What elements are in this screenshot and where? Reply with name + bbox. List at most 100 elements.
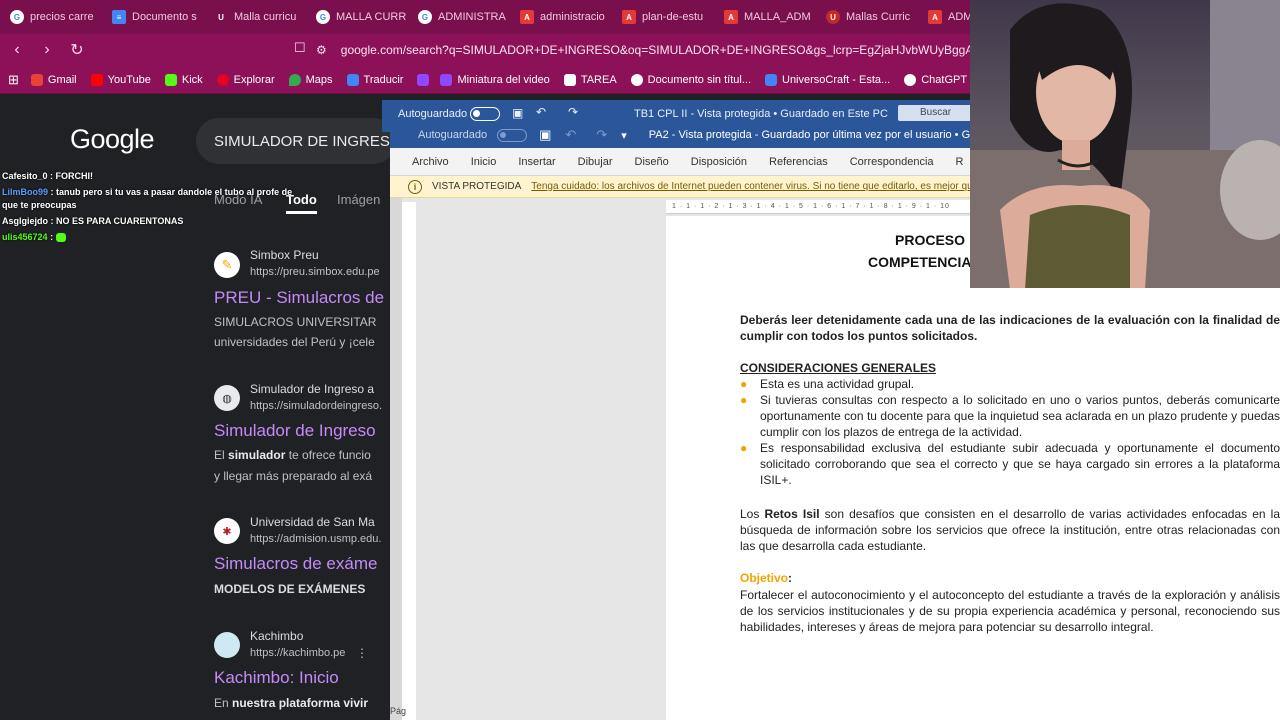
chat-text: :: [50, 232, 54, 242]
redo-icon[interactable]: ↷: [596, 127, 607, 143]
redo-icon[interactable]: ↷: [568, 105, 578, 119]
bookmark-twitch[interactable]: [417, 73, 434, 86]
chat-username: Cafesito_0: [2, 171, 48, 181]
google-logo[interactable]: Google: [70, 124, 155, 155]
protected-view-message[interactable]: Tenga cuidado: los archivos de Internet …: [531, 181, 986, 192]
bookmark-label: Kick: [181, 73, 203, 86]
info-icon: i: [408, 179, 422, 194]
result-url[interactable]: https://simuladordeingreso.: [250, 400, 390, 412]
objective-label: Objetivo: [740, 571, 789, 585]
chat-message: Asglgiejdo : NO ES PARA CUARENTONAS: [2, 215, 302, 228]
bookmark-maps[interactable]: Maps: [288, 73, 333, 86]
result-site-name: Kachimbo: [250, 629, 304, 643]
tab-diseno[interactable]: Diseño: [635, 156, 669, 168]
bookmark-gmail[interactable]: Gmail: [30, 73, 77, 86]
bullet-text: Si tuvieras consultas con respecto a lo …: [760, 393, 1280, 439]
result-url[interactable]: https://preu.simbox.edu.pe: [250, 266, 390, 278]
doc-considerations-heading: CONSIDERACIONES GENERALES: [740, 361, 937, 375]
browser-tab[interactable]: U Mallas Curric: [820, 3, 922, 31]
tab-archivo[interactable]: Archivo: [412, 156, 449, 168]
undo-icon[interactable]: ↶: [536, 105, 546, 119]
bookmark-tarea[interactable]: TAREA: [563, 73, 617, 86]
snippet-text: te ofrece funcio: [285, 448, 371, 462]
bookmark-label: TAREA: [580, 73, 617, 86]
left-scroll-strip: [390, 198, 402, 720]
chat-message: ulis456724 :: [2, 231, 302, 244]
reload-icon: ↻: [70, 42, 84, 59]
browser-tab[interactable]: Gprecios carre: [4, 3, 106, 31]
document-page[interactable]: PROCESO COMPETENCIA Deberás leer detenid…: [666, 216, 1280, 720]
bookmark-traducir[interactable]: Traducir: [346, 73, 403, 86]
browser-tab[interactable]: G MALLA CURR: [310, 3, 412, 31]
globe-icon: ◍: [214, 385, 240, 411]
apps-icon[interactable]: ⊞: [8, 72, 19, 88]
bookmark-documento[interactable]: Documento sin títul...: [630, 73, 751, 86]
retos-text: son desafíos que consisten en el desarro…: [740, 507, 1280, 553]
doc-bullet: ● Esta es una actividad grupal.: [740, 376, 1280, 392]
chevron-left-icon: ‹: [14, 41, 20, 58]
tab-label: ADMINISTRA: [438, 11, 506, 23]
google-icon: G: [316, 10, 330, 24]
browser-tab[interactable]: A MALLA_ADM: [718, 3, 820, 31]
emote-icon: [55, 233, 66, 243]
bullet-dot-icon: ●: [740, 377, 748, 391]
browser-tab[interactable]: U Malla curricu: [208, 3, 310, 31]
tab-correspondencia[interactable]: Correspondencia: [850, 156, 934, 168]
bookmark-youtube[interactable]: YouTube: [90, 73, 151, 86]
search-placeholder: Buscar: [920, 107, 952, 118]
doc-bullet-list: ● Esta es una actividad grupal. ● Si tuv…: [740, 376, 1280, 488]
snippet-text: El: [214, 448, 229, 462]
tab-inicio[interactable]: Inicio: [471, 156, 497, 168]
tab-label: Documento s: [132, 11, 197, 23]
autosave-label: Autoguardado: [398, 108, 468, 120]
tab-dibujar[interactable]: Dibujar: [578, 156, 613, 168]
tab-insertar[interactable]: Insertar: [518, 156, 555, 168]
youtube-icon: [90, 73, 103, 86]
browser-tab[interactable]: Aplan-de-estu: [616, 3, 718, 31]
bookmark-miniatura[interactable]: Miniatura del video: [440, 73, 550, 86]
reload-button[interactable]: ↻: [64, 37, 90, 63]
browser-tab[interactable]: Aadministracio: [514, 3, 616, 31]
customize-toolbar-icon[interactable]: ▾: [621, 129, 627, 142]
more-options-icon[interactable]: ⋮: [356, 646, 368, 660]
bookmark-universocraft[interactable]: UniversoCraft - Esta...: [765, 73, 890, 86]
site-settings-icon[interactable]: ⚙: [316, 43, 327, 57]
autosave-toggle[interactable]: [497, 128, 528, 142]
bookmark-explorar[interactable]: Explorar: [216, 73, 275, 86]
address-bar[interactable]: ⚙ google.com/search?q=SIMULADOR+DE+INGRE…: [316, 38, 996, 62]
save-icon[interactable]: ▣: [539, 127, 551, 143]
forward-button[interactable]: ›: [34, 37, 60, 63]
kick-icon: [164, 73, 177, 86]
undo-icon[interactable]: ↶: [565, 127, 576, 143]
snippet-text: En: [214, 696, 233, 710]
tab-revisar[interactable]: R: [956, 156, 964, 168]
autosave-toggle[interactable]: [470, 107, 500, 121]
browser-tab[interactable]: ≡ Documento s: [106, 3, 208, 31]
result-url[interactable]: https://kachimbo.pe: [250, 647, 390, 659]
back-button[interactable]: ‹: [4, 37, 30, 63]
bookmark-chatgpt[interactable]: ChatGPT: [904, 73, 967, 86]
result-title-link[interactable]: PREU - Simulacros de: [214, 288, 384, 308]
tab-label: Malla curricu: [234, 11, 297, 23]
doc-objective-heading: Objetivo:: [740, 570, 792, 586]
save-icon[interactable]: ▣: [512, 106, 523, 120]
gmail-icon: [30, 73, 43, 86]
twitch-icon: [417, 73, 430, 86]
browser-tab[interactable]: G ADMINISTRA: [412, 3, 514, 31]
status-page: Pág: [390, 706, 407, 716]
chatgpt-icon: [904, 73, 917, 86]
search-input[interactable]: SIMULADOR DE INGRESO: [196, 118, 390, 164]
tab-label: plan-de-estu: [642, 11, 704, 23]
document-title: TB1 CPL II - Vista protegida • Guardado …: [634, 108, 888, 120]
search-box[interactable]: Buscar: [898, 105, 972, 121]
result-title-link[interactable]: Simulacros de exáme: [214, 554, 384, 574]
doc-intro: Deberás leer detenidamente cada una de l…: [740, 313, 1280, 343]
result-url[interactable]: https://admision.usmp.edu.: [250, 533, 390, 545]
tab-referencias[interactable]: Referencias: [769, 156, 828, 168]
tab-imagenes[interactable]: Imágen: [337, 192, 380, 207]
bookmark-star-icon[interactable]: ☐: [294, 40, 306, 56]
bookmark-kick[interactable]: Kick: [164, 73, 203, 86]
result-title-link[interactable]: Kachimbo: Inicio: [214, 668, 384, 688]
tab-disposicion[interactable]: Disposición: [691, 156, 747, 168]
result-title-link[interactable]: Simulador de Ingreso: [214, 421, 384, 441]
